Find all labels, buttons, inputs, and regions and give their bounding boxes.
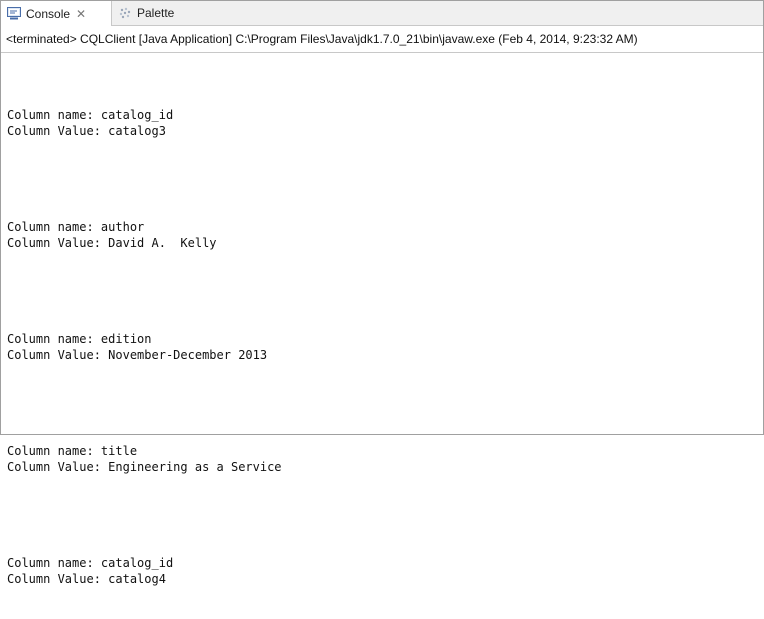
console-view: Console ✕ Palette <terminated> CQLClient…	[0, 0, 764, 586]
tab-bar: Console ✕ Palette	[1, 1, 763, 26]
output-block: Column name: title Column Value: Engineer…	[7, 443, 763, 475]
output-block: Column name: author Column Value: David A…	[7, 219, 763, 251]
column-name-line: Column name: author	[7, 220, 145, 234]
process-status: <terminated> CQLClient [Java Application…	[1, 26, 763, 53]
column-value-line: Column Value: catalog3	[7, 124, 166, 138]
tab-console[interactable]: Console ✕	[1, 1, 112, 26]
column-name-line: Column name: title	[7, 444, 138, 458]
column-value-line: Column Value: Engineering as a Service	[7, 460, 282, 474]
column-value-line: Column Value: November-December 2013	[7, 348, 268, 362]
tab-palette[interactable]: Palette	[114, 1, 194, 25]
output-block: Column name: catalog_id Column Value: cat…	[7, 555, 763, 587]
console-output[interactable]: Column name: catalog_id Column Value: cat…	[1, 53, 763, 586]
output-block: Column name: edition Column Value: Novemb…	[7, 331, 763, 363]
column-value-line: Column Value: David A. Kelly	[7, 236, 217, 250]
output-block: Column name: catalog_id Column Value: cat…	[7, 107, 763, 139]
column-name-line: Column name: catalog_id	[7, 108, 174, 122]
tab-palette-label: Palette	[137, 6, 175, 20]
column-value-line: Column Value: catalog4	[7, 572, 166, 586]
palette-icon	[118, 6, 132, 20]
close-icon[interactable]: ✕	[76, 7, 86, 21]
tab-console-label: Console	[26, 6, 71, 21]
column-name-line: Column name: catalog_id	[7, 556, 174, 570]
column-name-line: Column name: edition	[7, 332, 152, 346]
console-icon	[7, 7, 21, 21]
